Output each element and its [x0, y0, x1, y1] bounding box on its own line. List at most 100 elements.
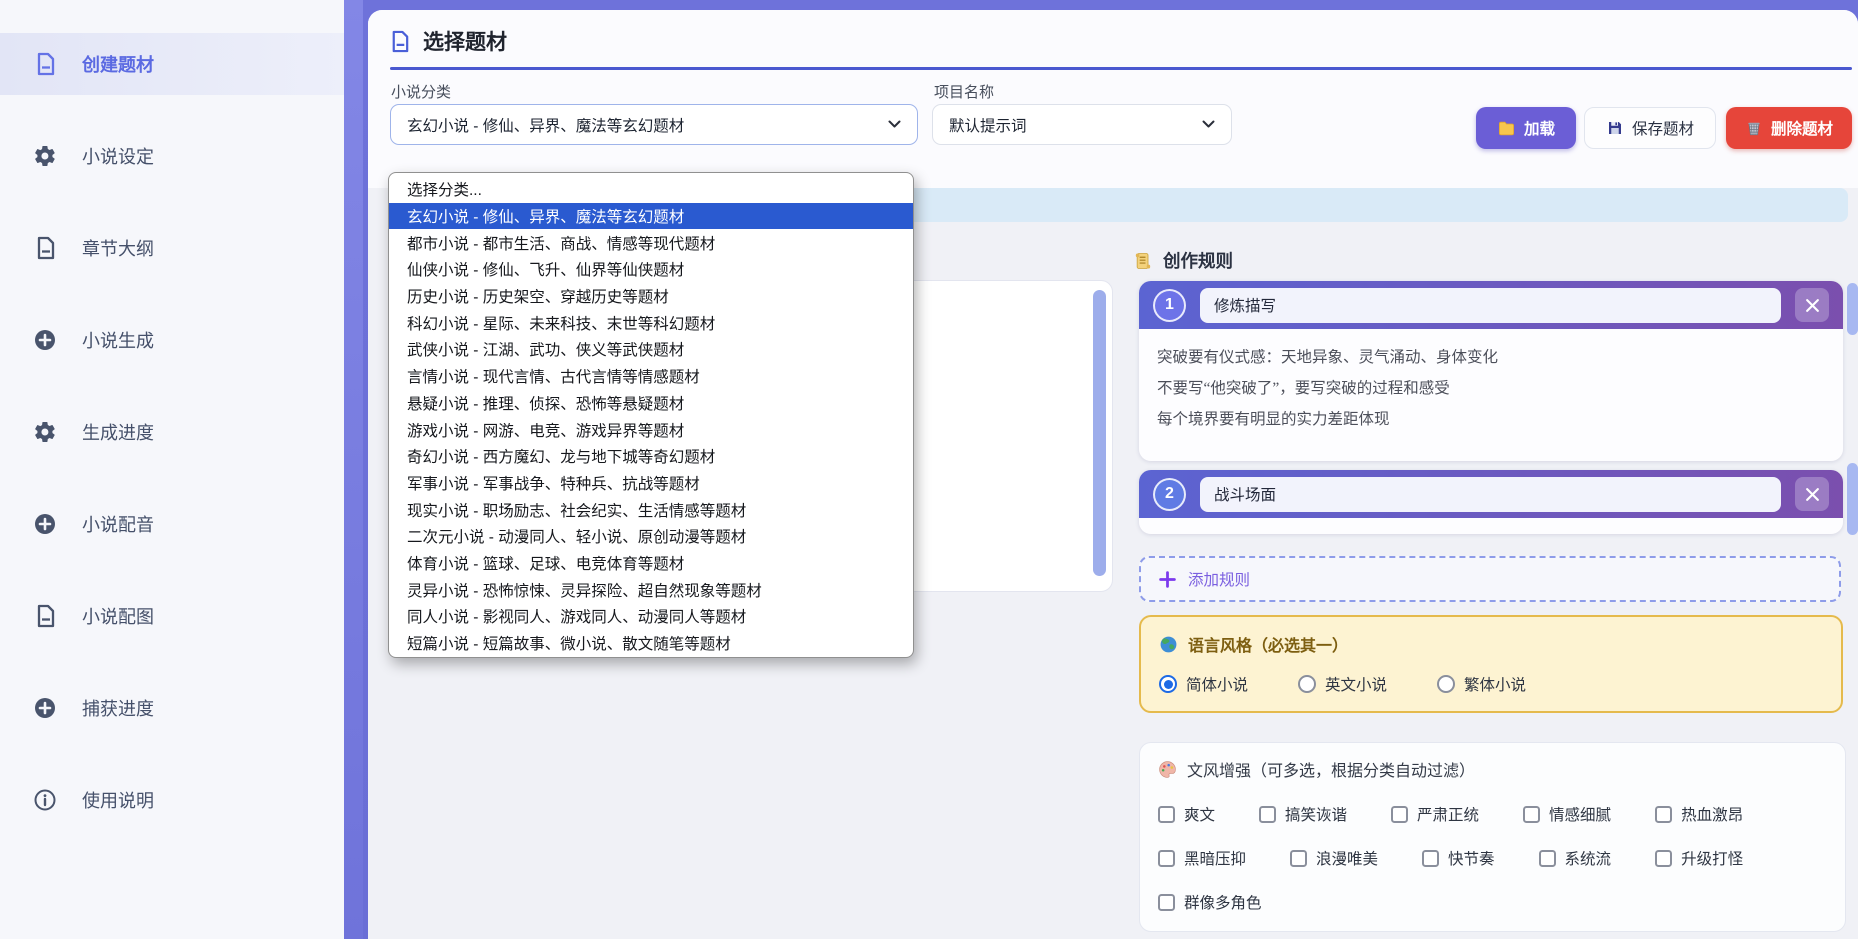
- sidebar-item-0[interactable]: 创建题材: [0, 33, 344, 95]
- rules-scrollbar[interactable]: [1847, 283, 1858, 335]
- save-theme-button-label: 保存题材: [1632, 117, 1694, 139]
- language-radio-label: 繁体小说: [1464, 673, 1526, 695]
- textarea-scrollbar[interactable]: [1093, 290, 1106, 576]
- dropdown-option-6[interactable]: 武侠小说 - 江湖、武功、侠义等武侠题材: [389, 336, 913, 363]
- rule-2-close-button[interactable]: [1795, 477, 1829, 511]
- sidebar-item-6[interactable]: 小说配图: [0, 585, 344, 647]
- dropdown-option-7[interactable]: 言情小说 - 现代言情、古代言情等情感题材: [389, 363, 913, 390]
- language-radio-label: 简体小说: [1186, 673, 1248, 695]
- sidebar-item-5[interactable]: 小说配音: [0, 493, 344, 555]
- sidebar-item-4[interactable]: 生成进度: [0, 401, 344, 463]
- style-checkbox-item[interactable]: 系统流: [1539, 847, 1612, 869]
- checkbox-icon[interactable]: [1259, 806, 1276, 823]
- style-checkbox-item[interactable]: 严肃正统: [1391, 803, 1479, 825]
- style-checkbox-item[interactable]: 浪漫唯美: [1290, 847, 1378, 869]
- panel-header-background: [368, 10, 1858, 188]
- project-label: 项目名称: [934, 81, 994, 102]
- dropdown-option-16[interactable]: 同人小说 - 影视同人、游戏同人、动漫同人等题材: [389, 603, 913, 630]
- load-button[interactable]: 加载: [1476, 107, 1576, 149]
- add-rule-button[interactable]: 添加规则: [1139, 556, 1841, 602]
- rule-2-description[interactable]: [1139, 518, 1843, 534]
- dropdown-option-14[interactable]: 体育小说 - 篮球、足球、电竞体育等题材: [389, 550, 913, 577]
- language-radio-2[interactable]: 繁体小说: [1437, 673, 1526, 695]
- dropdown-option-8[interactable]: 悬疑小说 - 推理、侦探、恐怖等悬疑题材: [389, 390, 913, 417]
- checkbox-icon[interactable]: [1655, 806, 1672, 823]
- checkbox-icon[interactable]: [1523, 806, 1540, 823]
- checkbox-icon[interactable]: [1158, 806, 1175, 823]
- dropdown-option-12[interactable]: 现实小说 - 职场励志、社会纪实、生活情感等题材: [389, 496, 913, 523]
- dropdown-option-17[interactable]: 短篇小说 - 短篇故事、微小说、散文随笔等题材: [389, 630, 913, 657]
- dropdown-option-10[interactable]: 奇幻小说 - 西方魔幻、龙与地下城等奇幻题材: [389, 443, 913, 470]
- rules-section-title: 创作规则: [1133, 248, 1233, 273]
- chevron-down-icon: [1202, 120, 1215, 129]
- language-radio-1[interactable]: 英文小说: [1298, 673, 1387, 695]
- language-style-title-label: 语言风格（必选其一）: [1188, 632, 1348, 656]
- style-checkbox-label: 热血激昂: [1681, 803, 1743, 825]
- palette-icon: [1158, 760, 1177, 779]
- sidebar-item-8[interactable]: 使用说明: [0, 769, 344, 831]
- sidebar: 创建题材小说设定章节大纲小说生成生成进度小说配音小说配图捕获进度使用说明: [0, 0, 344, 939]
- checkbox-icon[interactable]: [1539, 850, 1556, 867]
- project-select[interactable]: 默认提示词: [932, 104, 1232, 145]
- sidebar-item-label: 小说配音: [82, 511, 154, 537]
- sidebar-item-2[interactable]: 章节大纲: [0, 217, 344, 279]
- style-checkbox-item[interactable]: 快节奏: [1422, 847, 1495, 869]
- checkbox-icon[interactable]: [1391, 806, 1408, 823]
- dropdown-option-2[interactable]: 都市小说 - 都市生活、商战、情感等现代题材: [389, 229, 913, 256]
- close-icon: [1805, 298, 1820, 313]
- style-checkbox-item[interactable]: 热血激昂: [1655, 803, 1743, 825]
- language-radio-label: 英文小说: [1325, 673, 1387, 695]
- checkbox-icon[interactable]: [1158, 850, 1175, 867]
- style-checkbox-item[interactable]: 群像多角色: [1158, 891, 1262, 913]
- dropdown-option-11[interactable]: 军事小说 - 军事战争、特种兵、抗战等题材: [389, 470, 913, 497]
- radio-icon[interactable]: [1437, 675, 1455, 693]
- plus-circle-icon: [32, 327, 58, 353]
- plus-circle-icon: [32, 511, 58, 537]
- dropdown-option-9[interactable]: 游戏小说 - 网游、电竞、游戏异界等题材: [389, 416, 913, 443]
- radio-icon[interactable]: [1298, 675, 1316, 693]
- checkbox-icon[interactable]: [1655, 850, 1672, 867]
- dropdown-option-4[interactable]: 历史小说 - 历史架空、穿越历史等题材: [389, 283, 913, 310]
- checkbox-icon[interactable]: [1422, 850, 1439, 867]
- gear-icon: [32, 419, 58, 445]
- dropdown-option-13[interactable]: 二次元小说 - 动漫同人、轻小说、原创动漫等题材: [389, 523, 913, 550]
- style-checkbox-item[interactable]: 情感细腻: [1523, 803, 1611, 825]
- globe-icon: [1159, 635, 1178, 654]
- dropdown-option-15[interactable]: 灵异小说 - 恐怖惊悚、灵异探险、超自然现象等题材: [389, 576, 913, 603]
- save-theme-button[interactable]: 保存题材: [1584, 107, 1716, 149]
- rules-scrollbar-2[interactable]: [1847, 463, 1858, 535]
- dropdown-option-3[interactable]: 仙侠小说 - 修仙、飞升、仙界等仙侠题材: [389, 256, 913, 283]
- sidebar-item-7[interactable]: 捕获进度: [0, 677, 344, 739]
- language-radio-0[interactable]: 简体小说: [1159, 673, 1248, 695]
- page-title-row: 选择题材: [388, 26, 507, 56]
- rule-1-name-input[interactable]: 修炼描写: [1200, 288, 1781, 323]
- delete-theme-button[interactable]: 删除题材: [1726, 107, 1852, 149]
- style-boost-row-0: 爽文 搞笑诙谐 严肃正统 情感细腻 热血激昂: [1158, 803, 1827, 825]
- style-boost-title-label: 文风增强（可多选，根据分类自动过滤）: [1187, 757, 1475, 781]
- checkbox-icon[interactable]: [1290, 850, 1307, 867]
- checkbox-icon[interactable]: [1158, 894, 1175, 911]
- style-checkbox-item[interactable]: 搞笑诙谐: [1259, 803, 1347, 825]
- dropdown-option-1[interactable]: 玄幻小说 - 修仙、异界、魔法等玄幻题材: [389, 203, 913, 230]
- category-select-value: 玄幻小说 - 修仙、异界、魔法等玄幻题材: [407, 114, 684, 136]
- sidebar-item-label: 捕获进度: [82, 695, 154, 721]
- radio-checked-icon[interactable]: [1159, 675, 1177, 693]
- dropdown-option-0[interactable]: 选择分类...: [389, 176, 913, 203]
- style-checkbox-label: 爽文: [1184, 803, 1215, 825]
- trash-icon: [1745, 119, 1763, 137]
- rule-2-name-input[interactable]: 战斗场面: [1200, 477, 1781, 512]
- sidebar-item-1[interactable]: 小说设定: [0, 125, 344, 187]
- folder-icon: [1497, 119, 1516, 138]
- style-checkbox-item[interactable]: 升级打怪: [1655, 847, 1743, 869]
- plus-icon: [1159, 571, 1176, 588]
- style-checkbox-item[interactable]: 黑暗压抑: [1158, 847, 1246, 869]
- category-select[interactable]: 玄幻小说 - 修仙、异界、魔法等玄幻题材: [390, 104, 918, 145]
- sidebar-item-label: 小说配图: [82, 603, 154, 629]
- style-boost-options: 爽文 搞笑诙谐 严肃正统 情感细腻 热血激昂黑暗压抑 浪漫唯美 快节奏 系统流 升级打怪群像多角…: [1158, 803, 1827, 913]
- sidebar-item-3[interactable]: 小说生成: [0, 309, 344, 371]
- rule-1-close-button[interactable]: [1795, 288, 1829, 322]
- style-checkbox-item[interactable]: 爽文: [1158, 803, 1215, 825]
- rule-1-description[interactable]: 突破要有仪式感：天地异象、灵气涌动、身体变化 不要写“他突破了”，要写突破的过程…: [1139, 329, 1843, 461]
- page-title: 选择题材: [423, 26, 507, 56]
- dropdown-option-5[interactable]: 科幻小说 - 星际、未来科技、末世等科幻题材: [389, 309, 913, 336]
